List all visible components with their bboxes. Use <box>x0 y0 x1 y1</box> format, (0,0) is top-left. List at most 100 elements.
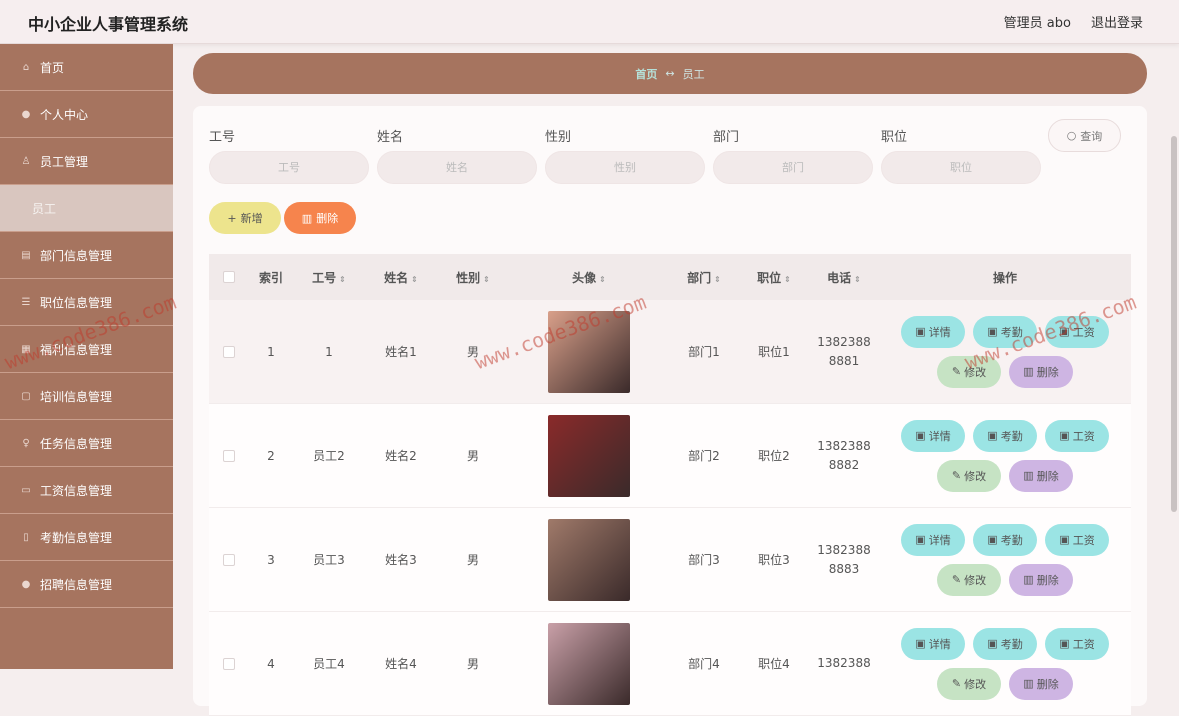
add-button[interactable]: + 新增 <box>209 202 281 234</box>
query-button[interactable]: ○ 查询 <box>1048 119 1121 152</box>
scrollbar[interactable] <box>1171 136 1177 512</box>
breadcrumb: 首页 ↔ 员工 <box>193 53 1147 94</box>
sort-icon: ⇕ <box>714 274 721 284</box>
col-dept[interactable]: 部门 ⇕ <box>669 269 739 286</box>
sidebar-item-task[interactable]: ♀ 任务信息管理 <box>0 420 173 467</box>
filter-input-position[interactable]: 职位 <box>881 151 1041 184</box>
detail-button[interactable]: ▣ 详情 <box>901 315 965 348</box>
row-delete-button[interactable]: ▥ 删除 <box>1009 563 1073 596</box>
doc-icon: ▣ <box>915 429 926 442</box>
detail-button[interactable]: ▣ 详情 <box>901 419 965 452</box>
sort-icon: ⇕ <box>483 274 490 284</box>
row-delete-button[interactable]: ▥ 删除 <box>1009 355 1073 388</box>
filter-label-gender: 性别 <box>545 130 572 145</box>
filter-input-gender[interactable]: 性别 <box>545 151 705 184</box>
table-row: 4 员工4 姓名4 男 部门4 职位4 1382388 ▣ 详情 ▣ 考勤 ▣ 工资 … <box>209 612 1131 716</box>
salary-button[interactable]: ▣ 工资 <box>1045 523 1109 556</box>
cell-dept: 部门4 <box>688 657 720 671</box>
edit-button[interactable]: ✎ 修改 <box>937 667 1001 700</box>
row-delete-button[interactable]: ▥ 删除 <box>1009 667 1073 700</box>
row-checkbox[interactable] <box>223 449 235 462</box>
doc-icon: ▣ <box>987 533 998 546</box>
doc-icon: ▣ <box>987 429 998 442</box>
salary-button[interactable]: ▣ 工资 <box>1045 627 1109 660</box>
doc-icon: ▣ <box>1059 533 1070 546</box>
cell-gender: 男 <box>466 449 479 463</box>
avatar-image <box>548 310 630 393</box>
staff-table: 索引 工号 ⇕ 姓名 ⇕ 性别 ⇕ 头像 ⇕ 部门 ⇕ 职位 ⇕ 电话 ⇕ 操作 1 1 姓名… <box>209 254 1131 716</box>
sidebar-item-department[interactable]: ▤ 部门信息管理 <box>0 232 173 279</box>
edit-button[interactable]: ✎ 修改 <box>937 459 1001 492</box>
sidebar: ⌂ 首页 ● 个人中心 ♙ 员工管理 员工 ▤ 部门信息管理 ☰ 职位信息管理 ▦ 福利信息… <box>0 44 173 669</box>
doc-icon: ▣ <box>915 637 926 650</box>
attendance-button[interactable]: ▣ 考勤 <box>973 627 1037 660</box>
content-panel: 工号 工号 姓名 姓名 性别 性别 部门 部门 职位 职位 ○ 查询 + 新增 ▥ 删… <box>193 106 1147 716</box>
col-position[interactable]: 职位 ⇕ <box>739 269 809 286</box>
sidebar-item-welfare[interactable]: ▦ 福利信息管理 <box>0 326 173 373</box>
cell-phone: 1382388 <box>817 656 871 670</box>
sidebar-item-position[interactable]: ☰ 职位信息管理 <box>0 279 173 326</box>
row-delete-button[interactable]: ▥ 删除 <box>1009 459 1073 492</box>
filter-label-id: 工号 <box>209 130 236 145</box>
attendance-button[interactable]: ▣ 考勤 <box>973 419 1037 452</box>
select-all-checkbox[interactable] <box>223 271 235 283</box>
col-name[interactable]: 姓名 ⇕ <box>365 269 437 286</box>
pencil-icon: ✎ <box>951 365 962 378</box>
sidebar-item-attendance[interactable]: ▯ 考勤信息管理 <box>0 514 173 561</box>
attendance-button[interactable]: ▣ 考勤 <box>973 315 1037 348</box>
sidebar-subitem-staff[interactable]: 员工 <box>0 185 173 232</box>
cell-id: 员工3 <box>313 553 345 567</box>
sidebar-item-recruit[interactable]: ● 招聘信息管理 <box>0 561 173 608</box>
table-row: 1 1 姓名1 男 部门1 职位1 1382388 8881 ▣ 详情 ▣ 考勤 ▣ 工… <box>209 300 1131 404</box>
attendance-icon: ▯ <box>23 531 29 543</box>
doc-icon: ▣ <box>987 325 998 338</box>
attendance-button[interactable]: ▣ 考勤 <box>973 523 1037 556</box>
edit-button[interactable]: ✎ 修改 <box>937 355 1001 388</box>
cell-id: 员工4 <box>313 657 345 671</box>
row-checkbox[interactable] <box>223 345 235 358</box>
col-avatar[interactable]: 头像 ⇕ <box>509 269 669 286</box>
filter-input-dept[interactable]: 部门 <box>713 151 873 184</box>
sort-icon: ⇕ <box>411 274 418 284</box>
detail-button[interactable]: ▣ 详情 <box>901 627 965 660</box>
cell-id: 员工2 <box>313 449 345 463</box>
salary-button[interactable]: ▣ 工资 <box>1045 419 1109 452</box>
cell-gender: 男 <box>466 553 479 567</box>
cell-index: 2 <box>267 448 275 463</box>
sidebar-item-staff[interactable]: ♙ 员工管理 <box>0 138 173 185</box>
sidebar-item-profile[interactable]: ● 个人中心 <box>0 91 173 138</box>
breadcrumb-current: 员工 <box>682 67 705 81</box>
row-checkbox[interactable] <box>223 657 235 670</box>
filter-input-name[interactable]: 姓名 <box>377 151 537 184</box>
task-icon: ♀ <box>22 437 30 449</box>
batch-delete-button[interactable]: ▥ 删除 <box>284 202 356 234</box>
home-icon: ⌂ <box>22 61 30 73</box>
salary-icon: ▭ <box>21 484 31 496</box>
edit-button[interactable]: ✎ 修改 <box>937 563 1001 596</box>
sidebar-item-training[interactable]: ▢ 培训信息管理 <box>0 373 173 420</box>
cell-phone: 1382388 8883 <box>817 542 871 576</box>
col-id[interactable]: 工号 ⇕ <box>293 269 365 286</box>
breadcrumb-home[interactable]: 首页 <box>635 66 657 82</box>
cell-index: 4 <box>267 656 275 671</box>
doc-icon: ▣ <box>1059 637 1070 650</box>
detail-button[interactable]: ▣ 详情 <box>901 523 965 556</box>
cell-name: 姓名2 <box>385 449 417 463</box>
sort-icon: ⇕ <box>854 274 861 284</box>
logout-link[interactable]: 退出登录 <box>1091 12 1143 31</box>
cell-position: 职位1 <box>758 345 790 359</box>
filter-input-id[interactable]: 工号 <box>209 151 369 184</box>
table-header: 索引 工号 ⇕ 姓名 ⇕ 性别 ⇕ 头像 ⇕ 部门 ⇕ 职位 ⇕ 电话 ⇕ 操作 <box>209 254 1131 300</box>
col-gender[interactable]: 性别 ⇕ <box>437 269 509 286</box>
sort-icon: ⇕ <box>784 274 791 284</box>
sidebar-item-salary[interactable]: ▭ 工资信息管理 <box>0 467 173 514</box>
row-checkbox[interactable] <box>223 553 235 566</box>
salary-button[interactable]: ▣ 工资 <box>1045 315 1109 348</box>
cell-name: 姓名3 <box>385 553 417 567</box>
col-phone[interactable]: 电话 ⇕ <box>809 269 879 286</box>
cell-position: 职位3 <box>758 553 790 567</box>
top-bar: 中小企业人事管理系统 管理员 abo 退出登录 <box>0 0 1179 44</box>
sidebar-item-home[interactable]: ⌂ 首页 <box>0 44 173 91</box>
col-actions: 操作 <box>992 270 1017 285</box>
filter-label-dept: 部门 <box>713 130 740 145</box>
